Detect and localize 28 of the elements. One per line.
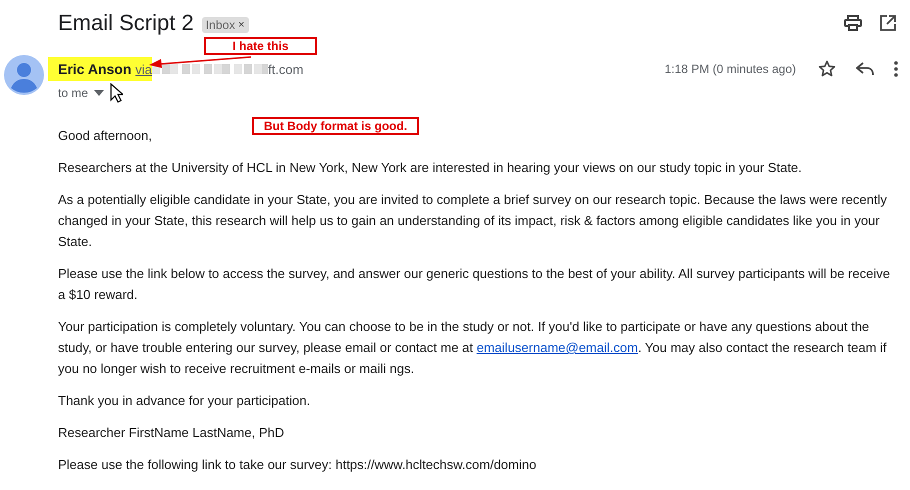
body-paragraph: Your participation is completely voluntary. You can choose to be in the study or not. If you'd like to participate or have any questions about the study, or have trouble entering our survey, please email or contact me at emailusername@email.com. You may also contact the research team if you no longer wish to receive recruitment e-mails or maili ngs. <box>58 318 888 378</box>
more-options-icon[interactable] <box>894 61 898 77</box>
annotation-callout: But Body format is good. <box>252 117 419 135</box>
inbox-label[interactable]: Inbox × <box>202 16 249 32</box>
sender-address: ft.com <box>268 62 304 76</box>
sender-name: Eric Anson <box>58 61 132 77</box>
print-icon[interactable] <box>844 15 862 31</box>
dropdown-caret-icon[interactable] <box>94 90 104 96</box>
body-paragraph: Good afternoon, <box>58 127 152 145</box>
received-time: 1:18 PM (0 minutes ago) <box>664 62 796 76</box>
mouse-pointer-icon <box>110 83 124 103</box>
star-icon[interactable] <box>818 60 836 78</box>
blurred-address-icon <box>152 63 268 75</box>
body-paragraph: Researcher FirstName LastName, PhD <box>58 424 284 442</box>
email-subject: Email Script 2 <box>58 10 194 36</box>
body-paragraph: Please use the following link to take our survey: https://www.hcltechsw.com/domino <box>58 456 536 474</box>
body-paragraph: As a potentially eligible candidate in your State, you are invited to complete a brief survey on our research topic. Because the laws were recently changed in your State, this research will help us to gain an understanding of its impact, risk & factors among eligible candidates like you in your State. <box>58 191 888 251</box>
avatar-icon <box>4 55 44 95</box>
via-link[interactable]: via <box>135 62 152 76</box>
body-paragraph: Please use the link below to access the survey, and answer our generic questions to the best of your ability. All survey participants will be receive a $10 reward. <box>58 265 891 304</box>
remove-label-button[interactable]: × <box>238 18 245 30</box>
open-in-new-window-icon[interactable] <box>880 15 896 31</box>
body-paragraph: Thank you in advance for your participation. <box>58 392 310 410</box>
annotation-callout: I hate this <box>204 37 317 55</box>
body-paragraph: Researchers at the University of HCL in New York, New York are interested in hearing your views on our study topic in your State. <box>58 159 802 177</box>
reply-icon[interactable] <box>856 62 874 76</box>
recipient-text: to me <box>58 86 88 100</box>
email-link[interactable]: emailusername@email.com <box>476 340 638 355</box>
